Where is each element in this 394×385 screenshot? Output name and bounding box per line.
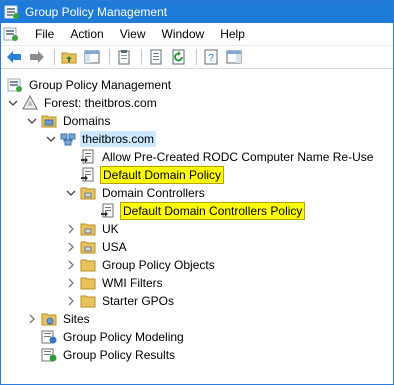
tree-item-gpo-link[interactable]: Allow Pre-Created RODC Computer Name Re-… xyxy=(80,148,375,166)
system-menu-icon[interactable] xyxy=(3,26,19,42)
gpm-console-icon xyxy=(7,77,23,93)
show-hide-console-tree-button[interactable] xyxy=(82,47,102,67)
tree-item-label: Domains xyxy=(63,114,111,128)
tree-item-label: Default Domain Controllers Policy xyxy=(120,202,306,220)
clipboard-icon xyxy=(118,50,130,65)
chevron-down-icon[interactable] xyxy=(45,133,57,145)
modeling-icon xyxy=(41,329,57,345)
chevron-down-icon[interactable] xyxy=(26,115,38,127)
chevron-right-icon[interactable] xyxy=(65,241,77,253)
gpo-link-icon xyxy=(100,203,116,219)
show-action-pane-button[interactable] xyxy=(224,47,244,67)
help-book-icon: ? xyxy=(204,49,218,65)
forward-button[interactable] xyxy=(27,47,47,67)
chevron-right-icon[interactable] xyxy=(65,277,77,289)
svg-text:?: ? xyxy=(208,53,214,64)
tree-item-gpo-container[interactable]: Group Policy Objects xyxy=(65,256,217,274)
toolbar: ? xyxy=(1,45,393,69)
tree-item-root[interactable]: Group Policy Management xyxy=(7,76,173,94)
refresh-button[interactable] xyxy=(169,47,189,67)
tree-item-label: Group Policy Objects xyxy=(102,258,215,272)
export-list-button[interactable] xyxy=(146,47,166,67)
chevron-right-icon[interactable] xyxy=(26,313,38,325)
tree-item-label: Sites xyxy=(63,312,90,326)
help-button[interactable]: ? xyxy=(201,47,221,67)
tree-item-label: theitbros.com xyxy=(80,131,157,147)
tree-item-ou[interactable]: Domain Controllers xyxy=(65,184,207,202)
chevron-right-icon[interactable] xyxy=(65,259,77,271)
window-title: Group Policy Management xyxy=(25,5,168,19)
gpm-app-icon xyxy=(4,4,20,20)
forward-arrow-icon xyxy=(30,51,44,63)
tree-item-label: Domain Controllers xyxy=(102,186,205,200)
results-icon xyxy=(41,347,57,363)
tree-item-gpo-link[interactable]: Default Domain Controllers Policy xyxy=(100,202,306,220)
domains-folder-icon xyxy=(41,113,57,129)
chevron-down-icon[interactable] xyxy=(65,187,77,199)
tree-item-results[interactable]: Group Policy Results xyxy=(41,346,177,364)
gpo-link-icon xyxy=(80,149,96,165)
tree-item-ou[interactable]: UK xyxy=(65,220,121,238)
menu-help[interactable]: Help xyxy=(212,23,253,45)
action-pane-icon xyxy=(226,50,242,64)
tree-item-label: WMI Filters xyxy=(102,276,163,290)
domain-icon xyxy=(60,131,76,147)
title-bar[interactable]: Group Policy Management xyxy=(1,1,393,23)
toolbar-separator xyxy=(141,49,142,65)
toolbar-separator xyxy=(54,49,55,65)
menu-file[interactable]: File xyxy=(27,23,62,45)
ou-folder-icon xyxy=(80,239,96,255)
tree-item-label: Default Domain Policy xyxy=(100,166,225,184)
tree-item-label: Forest: theitbros.com xyxy=(44,96,157,110)
tree-item-gpo-link[interactable]: Default Domain Policy xyxy=(80,166,225,184)
menu-window[interactable]: Window xyxy=(154,23,213,45)
console-tree: Group Policy Management Forest: theitbro… xyxy=(1,71,393,384)
tree-item-wmi-filters[interactable]: WMI Filters xyxy=(65,274,165,292)
back-arrow-icon xyxy=(7,51,21,63)
app-window: Group Policy Management File Action View… xyxy=(0,0,394,385)
folder-up-icon xyxy=(61,52,77,64)
tree-item-label: Group Policy Modeling xyxy=(63,330,184,344)
tree-item-label: Allow Pre-Created RODC Computer Name Re-… xyxy=(102,150,374,164)
tree-item-starter-gpos[interactable]: Starter GPOs xyxy=(65,292,176,310)
tree-item-label: Starter GPOs xyxy=(102,294,175,308)
tree-item-forest[interactable]: Forest: theitbros.com xyxy=(7,94,159,112)
properties-button[interactable] xyxy=(114,47,134,67)
tree-item-ou[interactable]: USA xyxy=(65,238,129,256)
tree-item-label: Group Policy Management xyxy=(29,78,172,92)
sites-folder-icon xyxy=(41,311,57,327)
tree-item-label: USA xyxy=(102,240,127,254)
tree-item-domains[interactable]: Domains xyxy=(26,112,112,130)
gpo-link-icon xyxy=(80,167,96,183)
up-one-level-button[interactable] xyxy=(59,47,79,67)
folder-icon xyxy=(80,275,96,291)
ou-folder-icon xyxy=(80,221,96,237)
tree-item-modeling[interactable]: Group Policy Modeling xyxy=(41,328,186,346)
back-button[interactable] xyxy=(4,47,24,67)
menu-bar: File Action View Window Help xyxy=(1,23,393,45)
chevron-down-icon[interactable] xyxy=(7,97,19,109)
toolbar-separator xyxy=(196,49,197,65)
refresh-icon xyxy=(172,49,185,65)
tree-item-label: UK xyxy=(102,222,119,236)
chevron-right-icon[interactable] xyxy=(65,295,77,307)
ou-folder-icon xyxy=(80,185,96,201)
console-tree-icon xyxy=(84,50,100,64)
forest-icon xyxy=(22,94,38,111)
chevron-right-icon[interactable] xyxy=(65,223,77,235)
document-list-icon xyxy=(150,49,162,65)
toolbar-separator xyxy=(109,49,110,65)
tree-item-domain[interactable]: theitbros.com xyxy=(45,130,157,148)
folder-icon xyxy=(80,257,96,273)
menu-action[interactable]: Action xyxy=(62,23,111,45)
menu-view[interactable]: View xyxy=(112,23,154,45)
folder-icon xyxy=(80,293,96,309)
tree-item-label: Group Policy Results xyxy=(63,348,176,362)
tree-item-sites[interactable]: Sites xyxy=(26,310,92,328)
